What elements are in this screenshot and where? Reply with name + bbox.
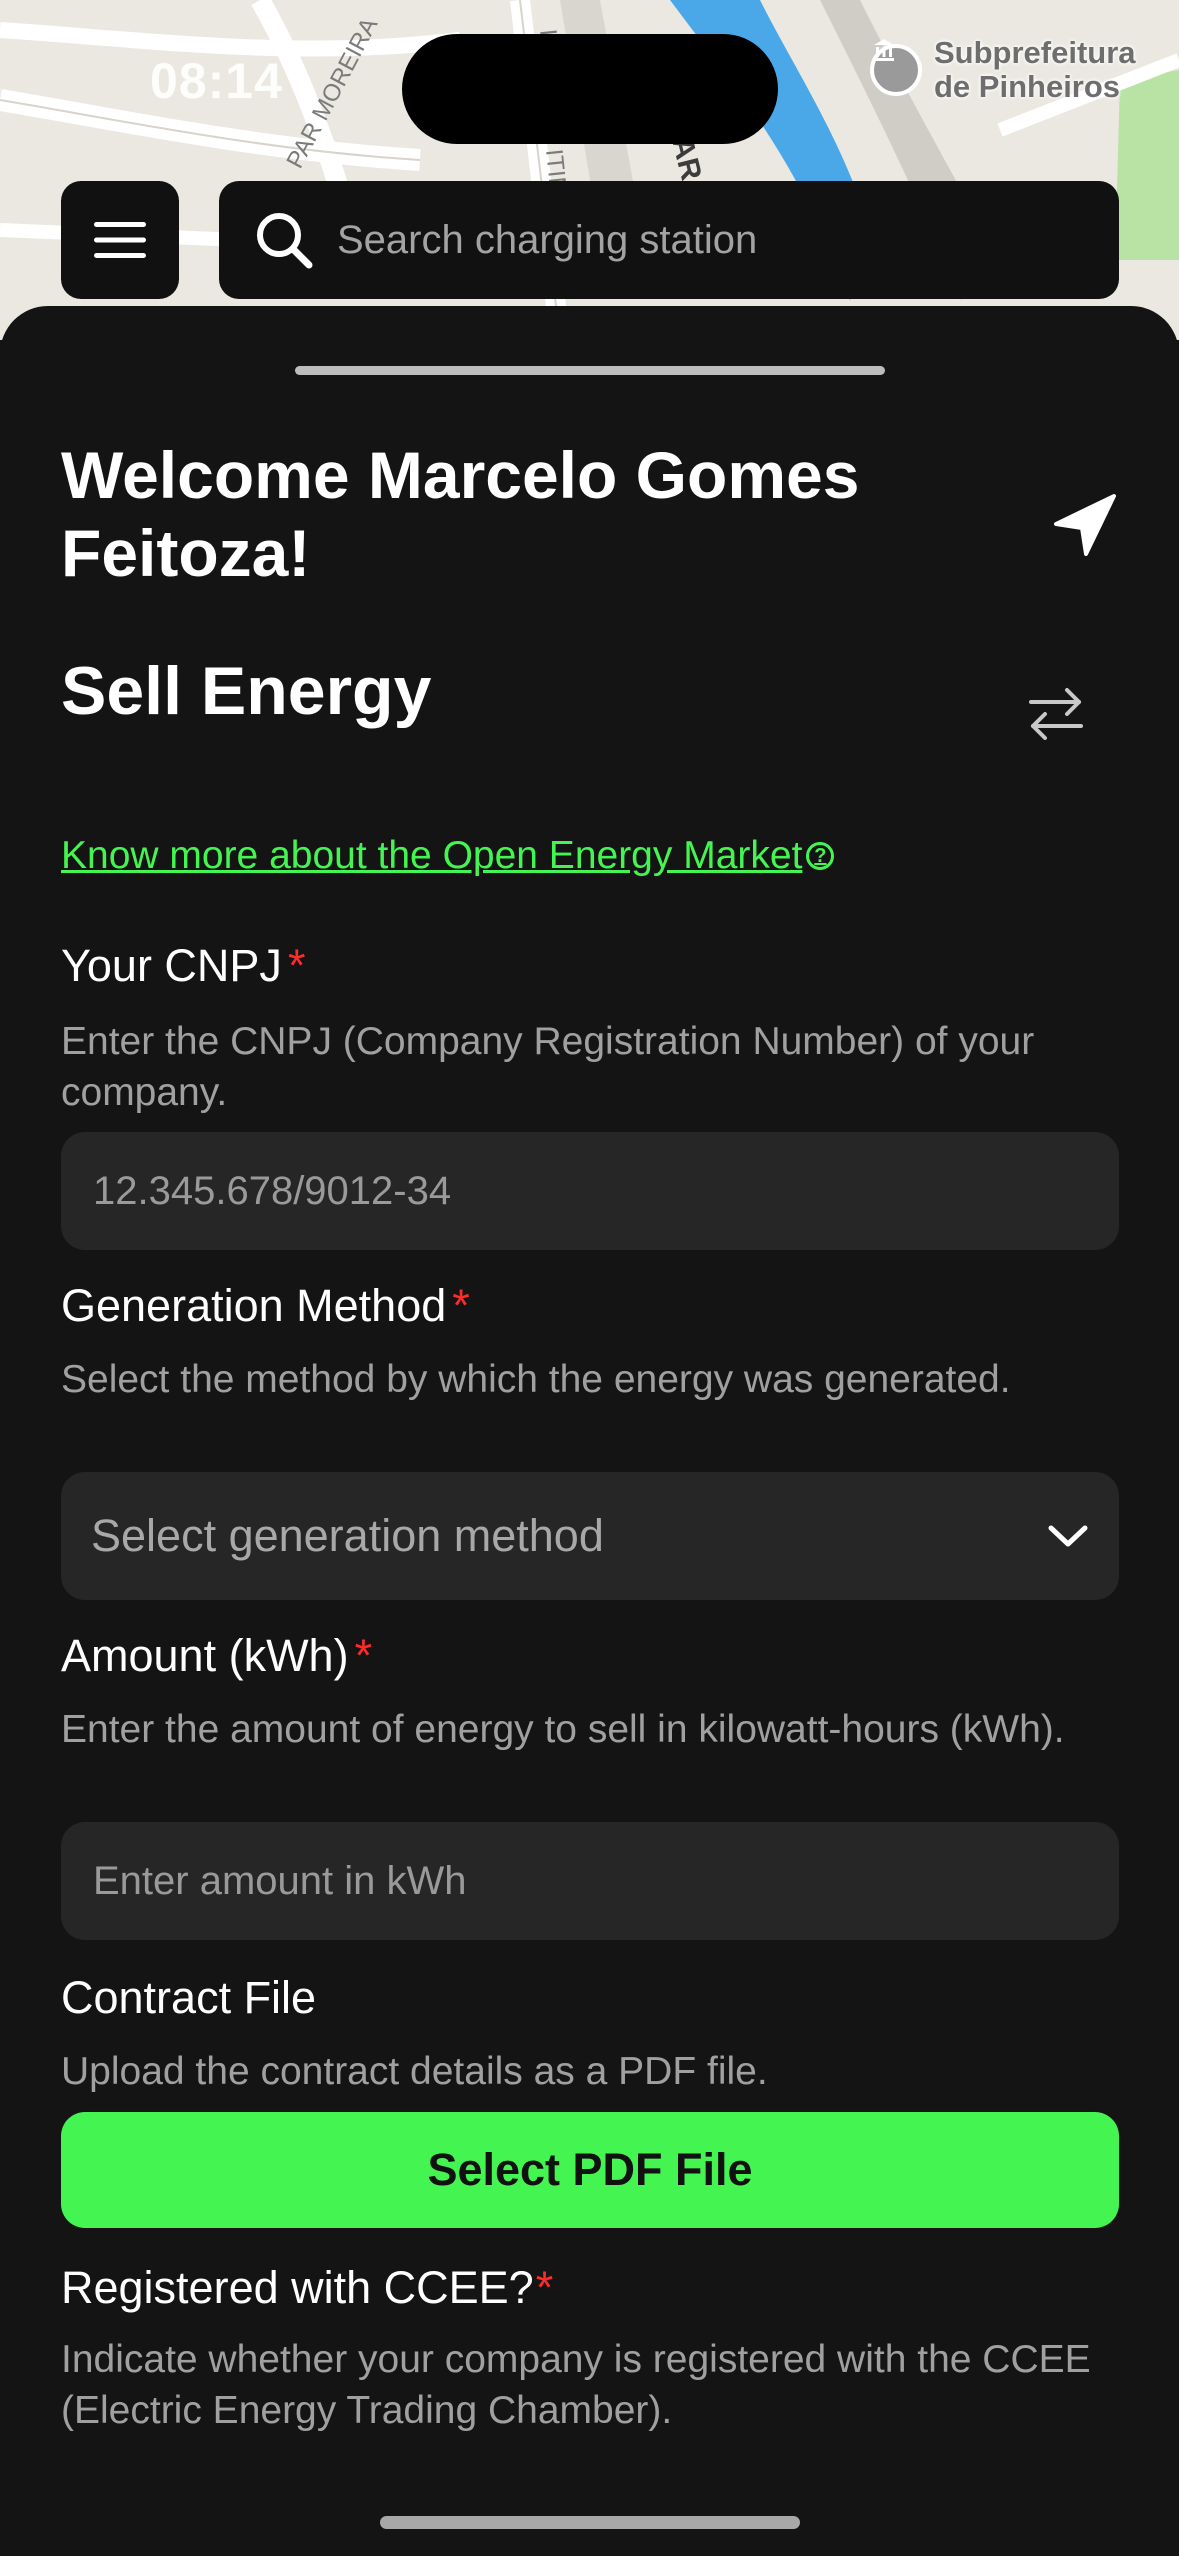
sheet-grabber[interactable] xyxy=(295,366,885,375)
cnpj-description: Enter the CNPJ (Company Registration Num… xyxy=(61,1020,1035,1114)
poi-label: Subprefeitura de Pinheiros xyxy=(934,36,1136,104)
government-building-icon xyxy=(870,39,922,96)
cnpj-label-text: Your CNPJ xyxy=(61,940,282,991)
search-input[interactable] xyxy=(335,216,1119,264)
required-marker: * xyxy=(535,2262,554,2313)
screen: PAR MOREIRA ID ITIM AR 08:14 Subprefeitu… xyxy=(0,0,1179,2556)
market-link-text: Know more about the Open Energy Market xyxy=(61,834,803,877)
amount-description: Enter the amount of energy to sell in ki… xyxy=(61,1708,1065,1751)
contract-file-label: Contract File xyxy=(61,1972,316,2024)
cnpj-field[interactable] xyxy=(61,1132,1119,1250)
generation-method-select[interactable]: Select generation method xyxy=(61,1472,1119,1600)
section-title: Sell Energy xyxy=(61,653,432,729)
generation-method-value: Select generation method xyxy=(91,1510,604,1561)
poi-label-line1: Subprefeitura xyxy=(934,35,1136,70)
contract-file-label-text: Contract File xyxy=(61,1972,317,2023)
amount-input[interactable] xyxy=(91,1857,1089,1905)
required-marker: * xyxy=(452,1280,470,1331)
home-indicator[interactable] xyxy=(380,2516,800,2529)
menu-button[interactable] xyxy=(61,181,179,299)
location-arrow-icon xyxy=(1054,494,1116,556)
generation-method-label-text: Generation Method xyxy=(61,1280,447,1331)
contract-file-description: Upload the contract details as a PDF fil… xyxy=(61,2050,768,2093)
search-bar[interactable] xyxy=(219,181,1119,299)
open-energy-market-link[interactable]: Know more about the Open Energy Market ? xyxy=(61,834,835,878)
ccee-label-text: Registered with CCEE? xyxy=(61,2262,534,2313)
ccee-label: Registered with CCEE?* xyxy=(61,2262,553,2314)
chevron-down-icon xyxy=(1048,1525,1088,1547)
swap-arrows-icon xyxy=(1029,688,1083,740)
poi-label-line2: de Pinheiros xyxy=(934,69,1121,104)
search-icon xyxy=(257,213,313,269)
amount-field[interactable] xyxy=(61,1822,1119,1940)
help-icon: ? xyxy=(806,842,835,870)
status-time: 08:14 xyxy=(150,53,283,109)
select-pdf-button[interactable]: Select PDF File xyxy=(61,2112,1119,2228)
cnpj-input[interactable] xyxy=(91,1167,1089,1215)
welcome-title: Welcome Marcelo Gomes Feitoza! xyxy=(61,438,860,590)
map-poi[interactable]: Subprefeitura de Pinheiros xyxy=(870,36,1136,104)
ccee-description: Indicate whether your company is registe… xyxy=(61,2338,1091,2432)
switch-mode-button[interactable] xyxy=(1025,682,1087,744)
hamburger-icon xyxy=(94,222,146,258)
amount-label-text: Amount (kWh) xyxy=(61,1630,349,1681)
locate-button[interactable] xyxy=(1048,488,1122,562)
generation-method-description: Select the method by which the energy wa… xyxy=(61,1358,1011,1401)
dynamic-island xyxy=(402,34,778,144)
amount-label: Amount (kWh) * xyxy=(61,1630,372,1682)
cnpj-label: Your CNPJ * xyxy=(61,940,305,992)
generation-method-label: Generation Method * xyxy=(61,1280,470,1332)
required-marker: * xyxy=(354,1630,373,1681)
required-marker: * xyxy=(287,940,306,991)
